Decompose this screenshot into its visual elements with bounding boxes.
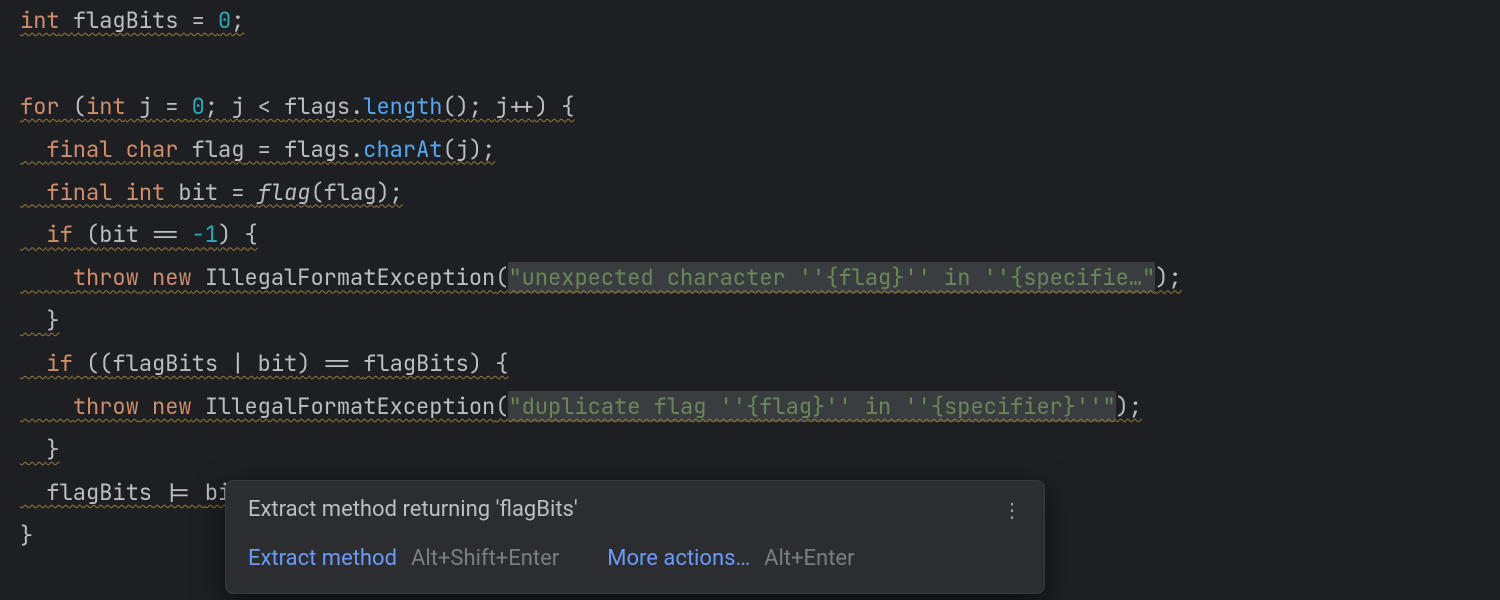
punct: ) { <box>535 92 575 121</box>
popup-header: Extract method returning 'flagBits' ⋮ <box>248 495 1022 526</box>
punct: ; <box>231 6 244 35</box>
punct: . <box>350 135 363 164</box>
identifier: flagBits <box>73 6 179 35</box>
identifier: j <box>231 92 244 121</box>
punct: ); <box>376 178 402 207</box>
punct: ; <box>205 92 231 121</box>
keyword: int <box>86 92 126 121</box>
method-call: length <box>363 92 442 121</box>
identifier: bit <box>165 178 218 207</box>
punct: () <box>442 92 468 121</box>
code-line[interactable] <box>20 43 1500 86</box>
punct: = <box>152 92 192 121</box>
keyword: final <box>46 135 112 164</box>
keyword: throw <box>73 392 139 421</box>
punct: ); <box>1155 263 1181 292</box>
identifier: flagBits <box>46 478 152 507</box>
keyword: throw <box>73 263 139 292</box>
number: -1 <box>192 220 218 249</box>
brace: } <box>20 521 33 550</box>
identifier: flagBits <box>363 349 469 378</box>
keyword: int <box>126 178 166 207</box>
identifier: bit <box>258 349 298 378</box>
punct: ; <box>469 92 495 121</box>
code-line[interactable]: throw new IllegalFormatException("unexpe… <box>20 257 1500 300</box>
shortcut-label: Alt+Shift+Enter <box>411 546 559 571</box>
intention-popup: Extract method returning 'flagBits' ⋮ Ex… <box>225 480 1045 594</box>
punct: ); <box>1116 392 1142 421</box>
number: 0 <box>192 92 205 121</box>
identifier: flags <box>284 92 350 121</box>
string-literal: "unexpected character ''{flag}'' in ''{s… <box>508 262 1155 293</box>
string-literal: "duplicate flag ''{flag}'' in ''{specifi… <box>508 391 1115 422</box>
keyword: if <box>46 220 72 249</box>
identifier: bit <box>99 220 139 249</box>
code-line[interactable]: throw new IllegalFormatException("duplic… <box>20 386 1500 429</box>
identifier: flagBits <box>112 349 218 378</box>
code-editor[interactable]: int flagBits = 0; for (int j = 0; j < fl… <box>0 0 1500 600</box>
identifier: j <box>126 92 152 121</box>
keyword: int <box>20 6 60 35</box>
punct: = <box>244 135 284 164</box>
punct: ) { <box>218 220 258 249</box>
punct: ( <box>495 392 508 421</box>
punct: ( <box>60 92 86 121</box>
punct: . <box>350 92 363 121</box>
punct: (( <box>73 349 113 378</box>
keyword: new <box>152 263 192 292</box>
punct: = <box>178 6 218 35</box>
code-line[interactable]: } <box>20 429 1500 472</box>
popup-title: Extract method returning 'flagBits' <box>248 495 578 526</box>
punct: ); <box>469 135 495 164</box>
punct: < <box>244 92 284 121</box>
class-name: IllegalFormatException <box>205 392 495 421</box>
punct: | <box>218 349 258 378</box>
code-line[interactable]: final int bit = flag(flag); <box>20 172 1500 215</box>
identifier: j++ <box>495 92 535 121</box>
code-line[interactable]: } <box>20 300 1500 343</box>
punct: ( <box>73 220 99 249</box>
keyword: new <box>152 392 192 421</box>
identifier: flag <box>324 178 377 207</box>
punct: ) { <box>469 349 509 378</box>
punct: = <box>218 178 258 207</box>
punct: == <box>310 349 363 378</box>
code-line[interactable]: if (bit == -1) { <box>20 214 1500 257</box>
shortcut-label: Alt+Enter <box>764 546 854 571</box>
keyword: if <box>46 349 72 378</box>
punct: ( <box>310 178 323 207</box>
punct: ( <box>495 263 508 292</box>
method-call: flag <box>258 178 311 207</box>
more-vertical-icon[interactable]: ⋮ <box>1002 496 1022 524</box>
popup-action-extract-method[interactable]: Extract method Alt+Shift+Enter <box>248 544 559 575</box>
keyword: char <box>126 135 179 164</box>
popup-actions: Extract method Alt+Shift+Enter More actio… <box>248 544 1022 575</box>
action-link[interactable]: Extract method <box>248 546 397 571</box>
method-call: charAt <box>363 135 442 164</box>
class-name: IllegalFormatException <box>205 263 495 292</box>
punct: == <box>139 220 192 249</box>
code-line[interactable]: final char flag = flags.charAt(j); <box>20 129 1500 172</box>
code-line[interactable]: if ((flagBits | bit) == flagBits) { <box>20 343 1500 386</box>
keyword: for <box>20 92 60 121</box>
identifier: flags <box>284 135 350 164</box>
punct: ) <box>297 349 310 378</box>
popup-action-more-actions[interactable]: More actions… Alt+Enter <box>607 544 854 575</box>
identifier: flag <box>178 135 244 164</box>
code-line[interactable]: for (int j = 0; j < flags.length(); j++)… <box>20 86 1500 129</box>
brace: } <box>46 435 59 464</box>
number: 0 <box>218 6 231 35</box>
brace: } <box>46 306 59 335</box>
punct: |= <box>152 478 205 507</box>
punct: ( <box>442 135 455 164</box>
code-line[interactable]: int flagBits = 0; <box>20 0 1500 43</box>
keyword: final <box>46 178 112 207</box>
action-link[interactable]: More actions… <box>607 546 750 571</box>
identifier: j <box>456 135 469 164</box>
